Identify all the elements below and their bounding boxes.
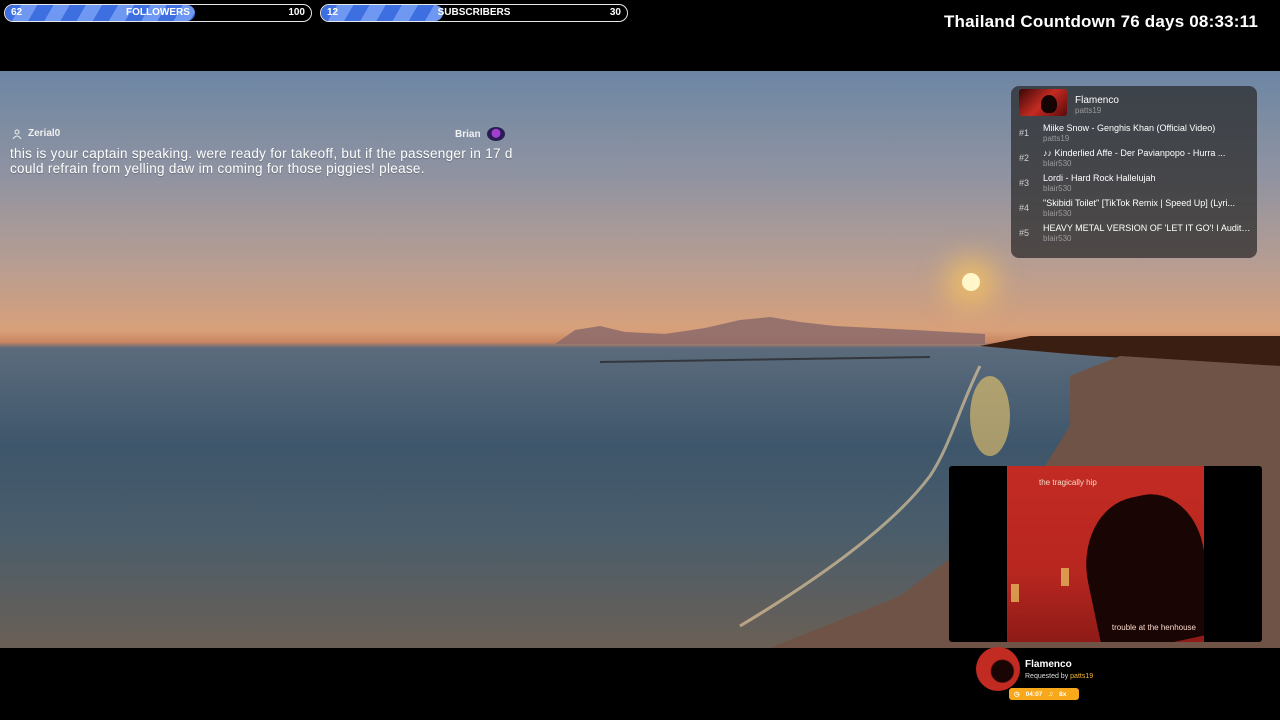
queue-item: #1 Miike Snow - Genghis Khan (Official V… <box>1019 123 1251 147</box>
reply-avatar <box>486 127 505 141</box>
play-count-text: 8x <box>1059 690 1067 698</box>
subscribers-max: 30 <box>609 7 621 18</box>
queue-item: #5 HEAVY METAL VERSION OF 'LET IT GO'! I… <box>1019 223 1251 247</box>
queue-item-user: blair530 <box>1043 159 1072 168</box>
queue-item-number: #5 <box>1019 228 1030 238</box>
duration-text: 04:07 <box>1025 690 1043 698</box>
video-song-text: trouble at the henhouse <box>1111 623 1196 632</box>
requested-by-user: patts19 <box>1070 673 1094 680</box>
queue-item-title: ♪♪ Kinderlied Affe - Der Pavianpopo - Hu… <box>1043 148 1226 158</box>
chat-message: this is your captain speaking. were read… <box>10 146 513 176</box>
queue-item-number: #2 <box>1019 153 1030 163</box>
chat-username: Zerial0 <box>12 128 60 139</box>
queue-item: #3 Lordi - Hard Rock Hallelujah blair530 <box>1019 173 1251 197</box>
queue-item-user: blair530 <box>1043 209 1072 218</box>
sun <box>962 273 980 291</box>
now-playing-title: Flamenco <box>1025 659 1072 670</box>
now-playing-avatar <box>976 647 1020 691</box>
queue-item-user: blair530 <box>1043 234 1072 243</box>
queue-now-user: patts19 <box>1075 106 1102 115</box>
video-frame: the tragically hip trouble at the henhou… <box>1007 466 1204 642</box>
queue-item-number: #3 <box>1019 178 1030 188</box>
chat-username-text: Zerial0 <box>28 128 61 139</box>
video-lamp <box>1061 568 1069 586</box>
song-queue-panel: Flamenco patts19 #1 Miike Snow - Genghis… <box>1011 86 1257 258</box>
now-playing-requester: Requested by patts19 <box>1025 673 1093 680</box>
queue-item-title: Miike Snow - Genghis Khan (Official Vide… <box>1043 123 1216 133</box>
followers-max: 100 <box>288 7 305 18</box>
queue-thumbnail <box>1019 89 1067 116</box>
video-band-text: the tragically hip <box>1039 478 1097 487</box>
queue-item-number: #1 <box>1019 128 1030 138</box>
queue-now-title: Flamenco <box>1075 95 1119 106</box>
queue-item: #4 "Skibidi Toilet" [TikTok Remix | Spee… <box>1019 198 1251 222</box>
chat-reply-target: Brian <box>455 127 505 141</box>
music-video-player: the tragically hip trouble at the henhou… <box>949 466 1262 642</box>
subscribers-label: SUBSCRIBERS <box>437 7 511 18</box>
queue-now-playing: Flamenco patts19 <box>1019 89 1119 116</box>
queue-item-title: HEAVY METAL VERSION OF 'LET IT GO'! I Au… <box>1043 223 1251 233</box>
music-note-icon: ♫ <box>1048 690 1054 698</box>
queue-item-user: patts19 <box>1043 134 1070 143</box>
followers-goal-bar: 62 FOLLOWERS 100 <box>4 4 312 22</box>
queue-item-number: #4 <box>1019 203 1030 213</box>
video-silhouette <box>1072 485 1204 642</box>
requested-by-prefix: Requested by <box>1025 673 1069 680</box>
subscribers-goal-bar: 12 SUBSCRIBERS 30 <box>320 4 628 22</box>
followers-label: FOLLOWERS <box>126 7 190 18</box>
queue-item-title: Lordi - Hard Rock Hallelujah <box>1043 173 1156 183</box>
countdown-timer: Thailand Countdown 76 days 08:33:11 <box>943 12 1258 31</box>
queue-item-title: "Skibidi Toilet" [TikTok Remix | Speed U… <box>1043 198 1235 208</box>
queue-item-user: blair530 <box>1043 184 1072 193</box>
chat-reply-name: Brian <box>455 128 481 140</box>
clock-icon: ◷ <box>1014 691 1020 698</box>
video-lamp <box>1011 584 1019 602</box>
now-playing-badge: ◷ 04:07 ♫ 8x <box>1009 688 1079 700</box>
queue-item: #2 ♪♪ Kinderlied Affe - Der Pavianpopo -… <box>1019 148 1251 172</box>
user-icon <box>12 129 22 139</box>
